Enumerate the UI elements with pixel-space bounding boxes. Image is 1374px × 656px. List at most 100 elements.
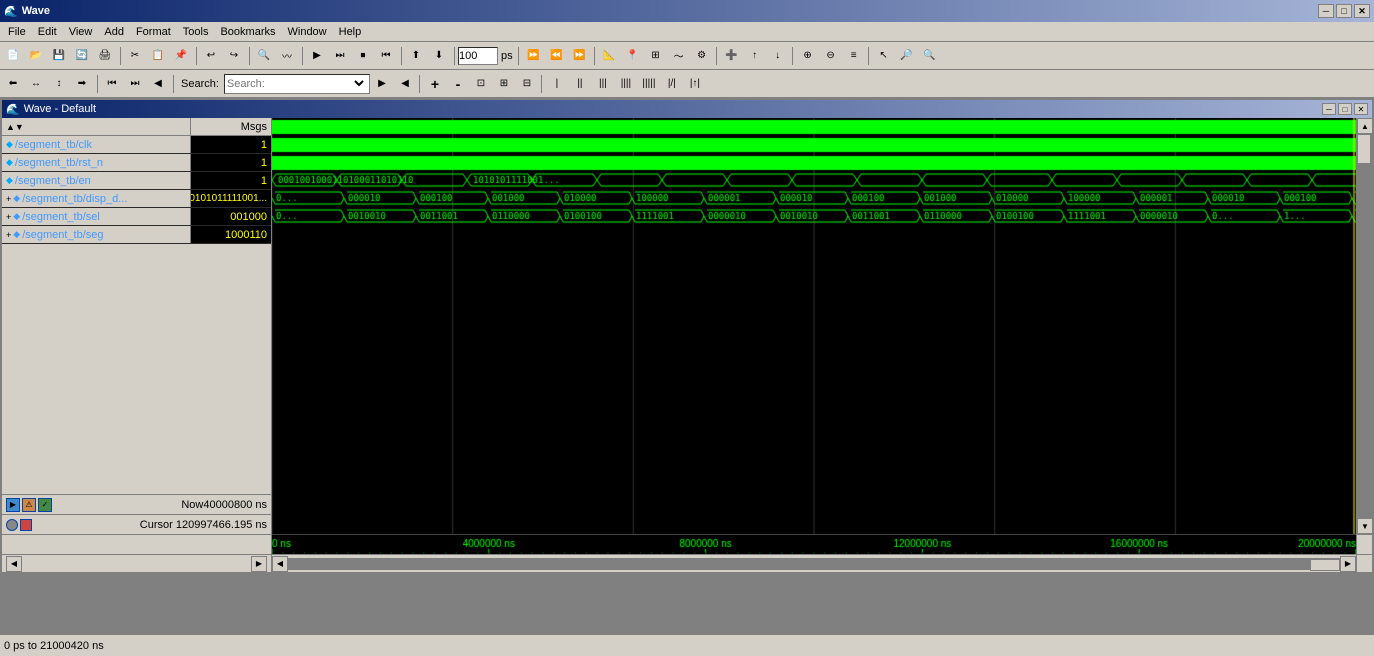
select-button[interactable]: ↖ bbox=[873, 45, 895, 67]
vscroll-down-button[interactable]: ▼ bbox=[1357, 518, 1372, 534]
signal-row-clk[interactable]: ◆ /segment_tb/clk 1 bbox=[2, 136, 271, 154]
expand-icon-sel[interactable]: + bbox=[6, 212, 11, 222]
close-button[interactable]: ✕ bbox=[1354, 4, 1370, 18]
redo-button[interactable]: ↪ bbox=[223, 45, 245, 67]
menu-window[interactable]: Window bbox=[282, 24, 333, 40]
find-button[interactable]: 🔍 bbox=[253, 45, 275, 67]
refresh-button[interactable]: 🔄 bbox=[71, 45, 93, 67]
marker6-button[interactable]: |/| bbox=[661, 73, 683, 95]
menu-view[interactable]: View bbox=[63, 24, 99, 40]
search-input[interactable] bbox=[227, 78, 347, 90]
down-button[interactable]: ⬇ bbox=[428, 45, 450, 67]
add-wave-button[interactable]: ➕ bbox=[721, 45, 743, 67]
wave-collapse-button[interactable]: ↕ bbox=[48, 73, 70, 95]
print-button[interactable]: 🖨 bbox=[94, 45, 116, 67]
minimize-button[interactable]: ─ bbox=[1318, 4, 1334, 18]
signal-name-disp: + ◆ /segment_tb/disp_d... bbox=[2, 190, 191, 207]
wave-close-button[interactable]: ✕ bbox=[1354, 103, 1368, 115]
wave-expand-button[interactable]: ↔ bbox=[25, 73, 47, 95]
zoom-out-button[interactable]: - bbox=[447, 73, 469, 95]
hscroll-right-button[interactable]: ▶ bbox=[251, 556, 267, 572]
vscroll-up-button[interactable]: ▲ bbox=[1357, 118, 1372, 134]
zoom-in-button[interactable]: + bbox=[424, 73, 446, 95]
goto-button[interactable]: ⏩ bbox=[523, 45, 545, 67]
collapse-button[interactable]: ⊖ bbox=[820, 45, 842, 67]
forward-button[interactable]: ⏩ bbox=[569, 45, 591, 67]
prev-edge-button[interactable]: ⏮ bbox=[101, 73, 123, 95]
search-go-button[interactable]: ▶ bbox=[371, 73, 393, 95]
signal-row-disp[interactable]: + ◆ /segment_tb/disp_d... 10101011111001… bbox=[2, 190, 271, 208]
config-button[interactable]: ⚙ bbox=[691, 45, 713, 67]
hscroll-thumb[interactable] bbox=[1310, 559, 1340, 571]
time-value-input[interactable] bbox=[458, 47, 498, 65]
zoom-in2-button[interactable]: 🔎 bbox=[896, 45, 918, 67]
wave-maximize-button[interactable]: □ bbox=[1338, 103, 1352, 115]
zoom-fit2-button[interactable]: ⊟ bbox=[516, 73, 538, 95]
signal-row-sel[interactable]: + ◆ /segment_tb/sel 001000 bbox=[2, 208, 271, 226]
zoom-100-button[interactable]: ⊞ bbox=[493, 73, 515, 95]
signal-name-rst: ◆ /segment_tb/rst_n bbox=[2, 154, 191, 171]
up2-button[interactable]: ↑ bbox=[744, 45, 766, 67]
run-button[interactable]: ▶ bbox=[306, 45, 328, 67]
hscroll-main-track[interactable] bbox=[288, 558, 1340, 570]
time-range-label: 0 ps to 21000420 ns bbox=[4, 640, 104, 652]
zoom-out2-button[interactable]: 🔍 bbox=[919, 45, 941, 67]
paste-button[interactable]: 📌 bbox=[170, 45, 192, 67]
hscroll-main-left-button[interactable]: ◀ bbox=[272, 556, 288, 572]
zoom-full-button[interactable]: ⊡ bbox=[470, 73, 492, 95]
search-type-select[interactable] bbox=[347, 77, 367, 90]
signal-name-sel: + ◆ /segment_tb/sel bbox=[2, 208, 191, 225]
snap-button[interactable]: 📐 bbox=[599, 45, 621, 67]
menu-tools[interactable]: Tools bbox=[177, 24, 215, 40]
expand-button[interactable]: ⊕ bbox=[797, 45, 819, 67]
expand-icon-seg[interactable]: + bbox=[6, 230, 11, 240]
marker-button[interactable]: 📍 bbox=[622, 45, 644, 67]
undo-button[interactable]: ↩ bbox=[200, 45, 222, 67]
next-edge-button[interactable]: ⏭ bbox=[124, 73, 146, 95]
signal-row-en[interactable]: ◆ /segment_tb/en 1 bbox=[2, 172, 271, 190]
zoom-fit-button[interactable]: ⊞ bbox=[645, 45, 667, 67]
menu-file[interactable]: File bbox=[2, 24, 32, 40]
maximize-button[interactable]: □ bbox=[1336, 4, 1352, 18]
copy-button[interactable]: 📋 bbox=[147, 45, 169, 67]
signal-row-rst[interactable]: ◆ /segment_tb/rst_n 1 bbox=[2, 154, 271, 172]
expand-icon-disp[interactable]: + bbox=[6, 194, 11, 204]
up-button[interactable]: ⬆ bbox=[405, 45, 427, 67]
wave-right-button[interactable]: ➡ bbox=[71, 73, 93, 95]
marker3-button[interactable]: ||| bbox=[592, 73, 614, 95]
marker7-button[interactable]: |↑| bbox=[684, 73, 706, 95]
hscroll-main-right-button[interactable]: ▶ bbox=[1340, 556, 1356, 572]
new-button[interactable]: 📄 bbox=[2, 45, 24, 67]
wave-minimize-button[interactable]: ─ bbox=[1322, 103, 1336, 115]
vscroll-track[interactable] bbox=[1357, 134, 1372, 518]
menu-help[interactable]: Help bbox=[333, 24, 368, 40]
menu-edit[interactable]: Edit bbox=[32, 24, 63, 40]
down2-button[interactable]: ↓ bbox=[767, 45, 789, 67]
marker1-button[interactable]: | bbox=[546, 73, 568, 95]
menu-bookmarks[interactable]: Bookmarks bbox=[214, 24, 281, 40]
stop-button[interactable]: ⏹ bbox=[352, 45, 374, 67]
wave-display-area[interactable] bbox=[272, 118, 1356, 534]
wave-canvas[interactable] bbox=[272, 118, 1356, 534]
restart-button[interactable]: ⏮ bbox=[375, 45, 397, 67]
marker4-button[interactable]: |||| bbox=[615, 73, 637, 95]
back-button[interactable]: ⏪ bbox=[546, 45, 568, 67]
signal-row-seg[interactable]: + ◆ /segment_tb/seg 1000110 bbox=[2, 226, 271, 244]
hscroll-left-button[interactable]: ◀ bbox=[6, 556, 22, 572]
cut-button[interactable]: ✂ bbox=[124, 45, 146, 67]
prev-event-button[interactable]: ◀ bbox=[147, 73, 169, 95]
vscroll-thumb[interactable] bbox=[1357, 134, 1371, 164]
wave2-button[interactable]: 〜 bbox=[668, 45, 690, 67]
signal-list-header: ▲▼ Msgs bbox=[2, 118, 271, 136]
open-button[interactable]: 📂 bbox=[25, 45, 47, 67]
wave-button[interactable]: 〰 bbox=[276, 45, 298, 67]
wave-left-button[interactable]: ⬅ bbox=[2, 73, 24, 95]
marker2-button[interactable]: || bbox=[569, 73, 591, 95]
marker5-button[interactable]: ||||| bbox=[638, 73, 660, 95]
step-button[interactable]: ⏭ bbox=[329, 45, 351, 67]
search-back-button[interactable]: ◀ bbox=[394, 73, 416, 95]
menu-add[interactable]: Add bbox=[98, 24, 130, 40]
menu-format[interactable]: Format bbox=[130, 24, 177, 40]
group-button[interactable]: ≡ bbox=[843, 45, 865, 67]
save-button[interactable]: 💾 bbox=[48, 45, 70, 67]
